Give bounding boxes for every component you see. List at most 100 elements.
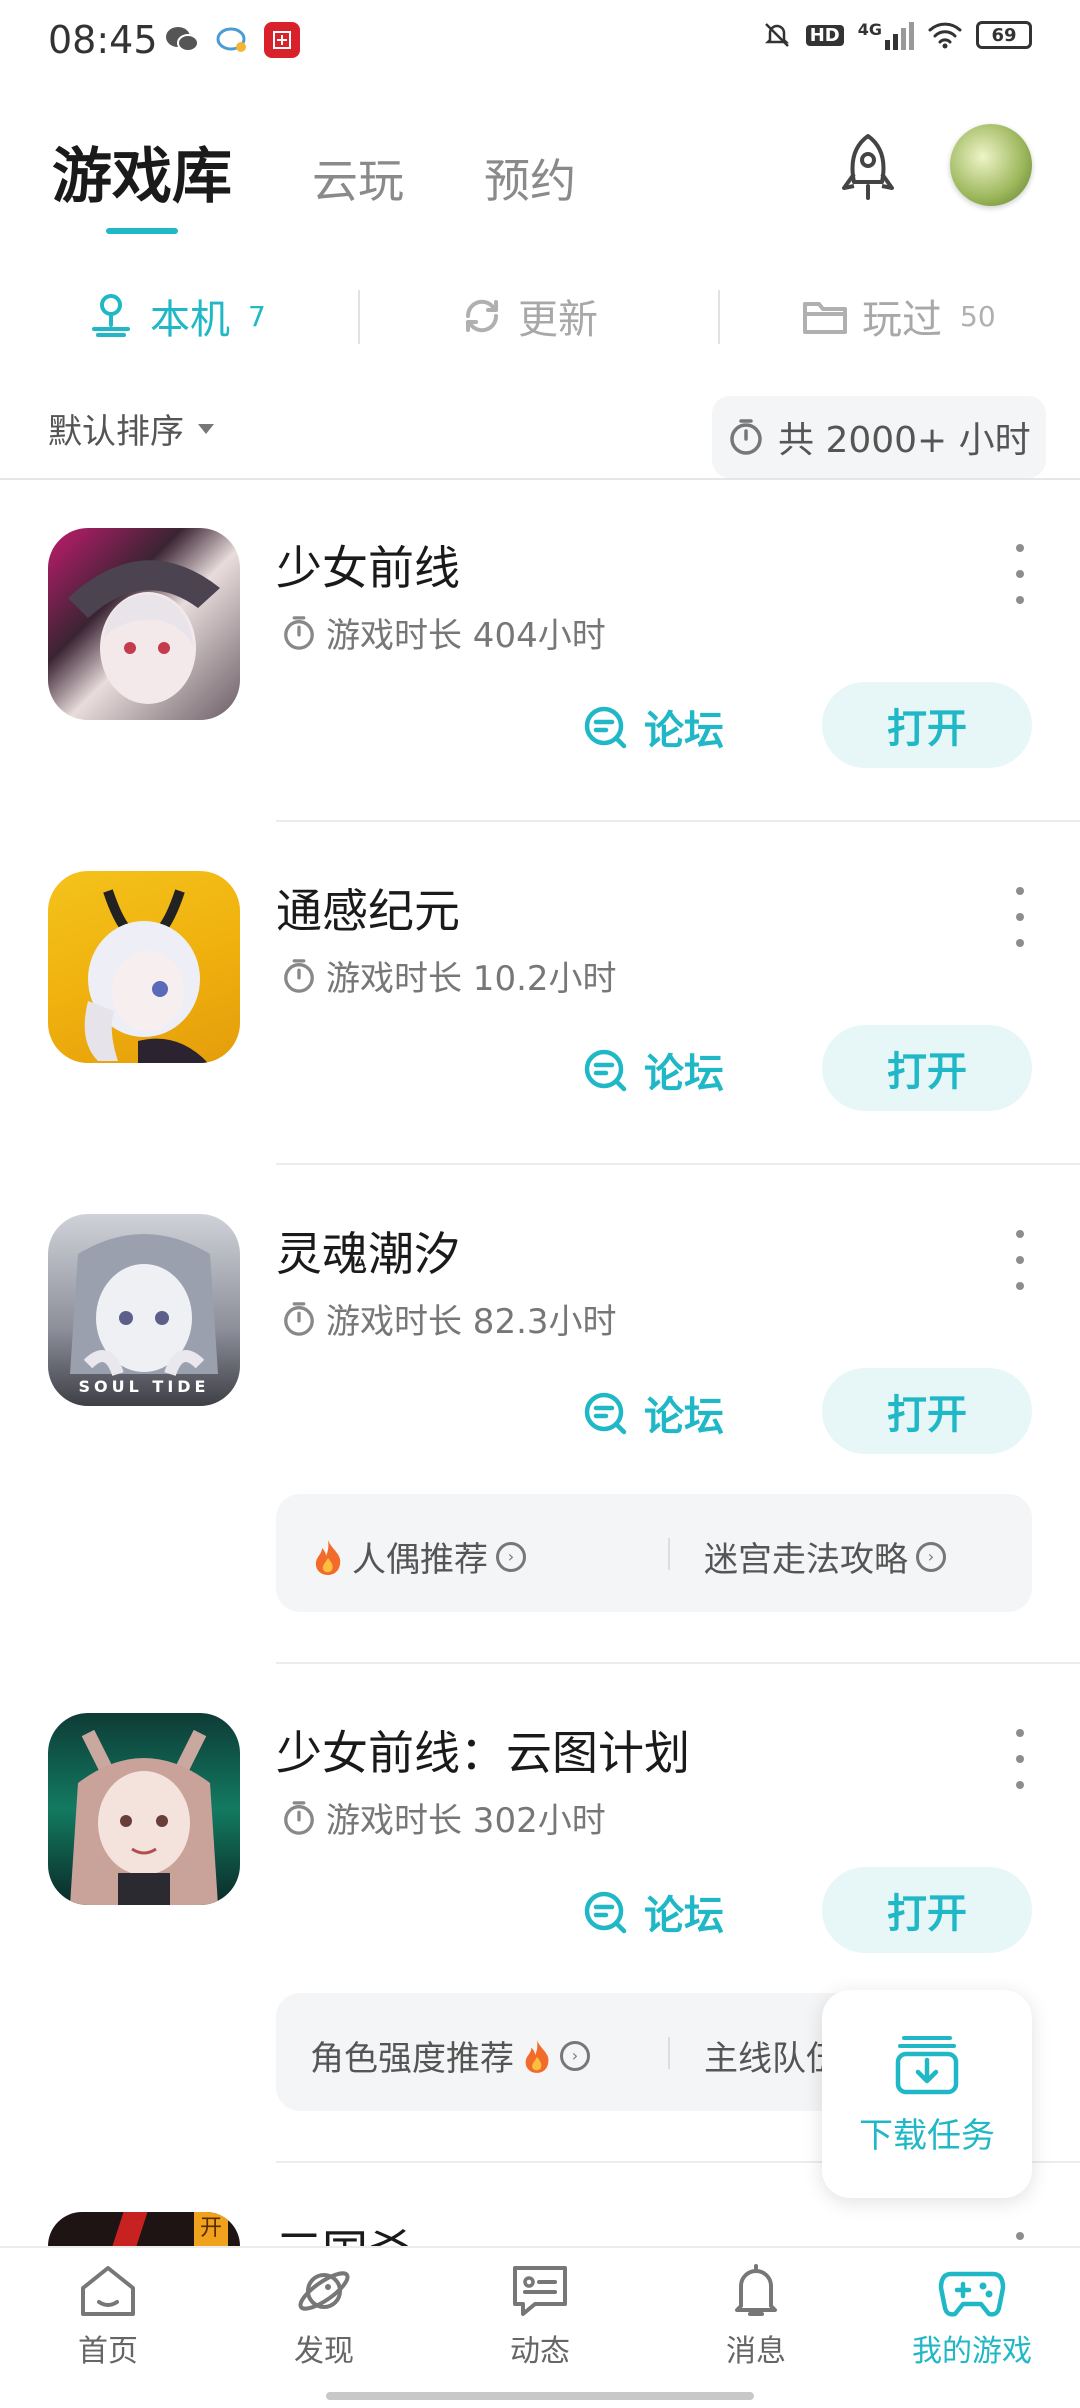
game-icon[interactable]: SOUL TIDE bbox=[48, 1214, 240, 1406]
game-icon[interactable]: 开 bbox=[48, 2212, 240, 2246]
more-options-icon[interactable] bbox=[1010, 2232, 1030, 2246]
top-tabs: 游戏库 云玩 预约 bbox=[52, 128, 576, 215]
chat-icon bbox=[513, 2266, 567, 2316]
nav-feed-label: 动态 bbox=[510, 2334, 570, 2369]
tab-game-library[interactable]: 游戏库 bbox=[52, 128, 232, 215]
battery-indicator: 69 bbox=[976, 21, 1032, 49]
forum-button[interactable]: 论坛 bbox=[582, 698, 724, 756]
guide-link[interactable]: 主线队伍 bbox=[704, 2031, 840, 2080]
playtime-text: 游戏时长 404小时 bbox=[326, 616, 606, 656]
more-options-icon[interactable] bbox=[1010, 1729, 1030, 1789]
status-time: 08:45 bbox=[48, 18, 158, 62]
folder-icon bbox=[803, 302, 847, 334]
hd-badge: HD bbox=[805, 24, 844, 46]
mute-bell-icon bbox=[764, 23, 789, 47]
wifi-icon bbox=[928, 22, 962, 49]
forum-button[interactable]: 论坛 bbox=[582, 1041, 724, 1099]
planet-icon bbox=[298, 2271, 350, 2311]
sort-label: 默认排序 bbox=[48, 412, 184, 452]
sort-dropdown[interactable]: 默认排序 bbox=[48, 404, 214, 453]
game-name[interactable]: 少女前线 bbox=[276, 532, 460, 598]
game-icon-text: SOUL TIDE bbox=[78, 1377, 210, 1396]
tab-cloud-play[interactable]: 云玩 bbox=[312, 145, 404, 215]
subtab-local[interactable]: 本机 7 bbox=[86, 280, 266, 352]
open-game-button[interactable]: 打开 bbox=[822, 1867, 1032, 1953]
open-game-button[interactable]: 打开 bbox=[822, 1368, 1032, 1454]
rocket-icon[interactable] bbox=[828, 128, 908, 208]
refresh-icon bbox=[465, 299, 499, 333]
chevron-right-icon: › bbox=[560, 2040, 590, 2071]
forum-label: 论坛 bbox=[644, 1893, 724, 1939]
home-icon bbox=[81, 2266, 135, 2316]
subtab-played-count: 50 bbox=[960, 299, 996, 333]
guide-label: 主线队伍 bbox=[704, 2039, 840, 2079]
nav-home[interactable]: 首页 bbox=[28, 2262, 188, 2370]
forum-label: 论坛 bbox=[644, 1051, 724, 1097]
forum-chat-icon bbox=[584, 1891, 627, 1934]
status-right: HD 4G 69 bbox=[762, 20, 1032, 50]
game-icon[interactable] bbox=[48, 1713, 240, 1905]
forum-button[interactable]: 论坛 bbox=[582, 1883, 724, 1941]
nav-home-label: 首页 bbox=[78, 2334, 138, 2369]
subtab-played[interactable]: 玩过 50 bbox=[802, 280, 996, 352]
divider bbox=[718, 290, 720, 344]
tab-reservations[interactable]: 预约 bbox=[484, 145, 576, 215]
subtab-local-label: 本机 bbox=[150, 297, 230, 343]
nav-discover[interactable]: 发现 bbox=[244, 2262, 404, 2370]
fire-icon bbox=[525, 2039, 549, 2073]
bell-icon bbox=[735, 2264, 777, 2316]
more-options-icon[interactable] bbox=[1010, 544, 1030, 604]
signal-icon: 4G bbox=[858, 20, 914, 50]
divider bbox=[276, 1662, 1080, 1664]
guide-link[interactable]: 角色强度推荐 › bbox=[310, 2031, 590, 2080]
chevron-right-icon: › bbox=[496, 1541, 526, 1572]
nav-messages-label: 消息 bbox=[726, 2334, 786, 2369]
game-playtime: 游戏时长 302小时 bbox=[282, 1793, 606, 1842]
playtime-text: 游戏时长 302小时 bbox=[326, 1801, 606, 1841]
divider bbox=[668, 1538, 670, 1570]
game-name[interactable]: 通感纪元 bbox=[276, 875, 460, 941]
bottom-nav: 首页 发现 动态 消息 我的游戏 bbox=[0, 2246, 1080, 2408]
divider bbox=[358, 290, 360, 344]
game-name[interactable]: 三国杀 bbox=[276, 2216, 414, 2246]
nav-my-games[interactable]: 我的游戏 bbox=[892, 2262, 1052, 2370]
forum-button[interactable]: 论坛 bbox=[582, 1384, 724, 1442]
forum-chat-icon bbox=[584, 1049, 627, 1092]
guide-link[interactable]: 迷宫走法攻略 › bbox=[704, 1532, 946, 1581]
divider bbox=[668, 2037, 670, 2069]
total-playtime-badge: 共 2000+ 小时 bbox=[712, 396, 1046, 478]
qq-chat-icon bbox=[214, 22, 250, 58]
subtab-updates[interactable]: 更新 bbox=[460, 280, 598, 352]
user-avatar[interactable] bbox=[950, 124, 1032, 206]
game-icon[interactable] bbox=[48, 528, 240, 720]
forum-chat-icon bbox=[584, 706, 627, 749]
wechat-icon bbox=[164, 22, 200, 58]
download-tasks-button[interactable]: 下载任务 bbox=[822, 1990, 1032, 2198]
playtime-text: 游戏时长 10.2小时 bbox=[326, 959, 617, 999]
game-name[interactable]: 少女前线：云图计划 bbox=[276, 1717, 690, 1783]
download-tasks-label: 下载任务 bbox=[859, 2115, 995, 2156]
notification-icons bbox=[164, 22, 300, 58]
home-indicator[interactable] bbox=[326, 2392, 754, 2400]
subtab-local-count: 7 bbox=[248, 299, 266, 333]
gamepad-icon bbox=[938, 2271, 1006, 2317]
game-icon[interactable] bbox=[48, 871, 240, 1063]
game-playtime: 游戏时长 82.3小时 bbox=[282, 1294, 617, 1343]
guide-label: 人偶推荐 bbox=[352, 1540, 488, 1580]
chevron-right-icon: › bbox=[916, 1541, 946, 1572]
guide-link[interactable]: 人偶推荐 › bbox=[312, 1532, 526, 1581]
guide-bar: 人偶推荐 › 迷宫走法攻略 › bbox=[276, 1494, 1032, 1612]
game-icon-badge: 开 bbox=[194, 2212, 228, 2246]
nav-feed[interactable]: 动态 bbox=[460, 2262, 620, 2370]
open-game-button[interactable]: 打开 bbox=[822, 682, 1032, 768]
nav-messages[interactable]: 消息 bbox=[676, 2262, 836, 2370]
stopwatch-icon bbox=[730, 419, 762, 455]
nav-discover-label: 发现 bbox=[294, 2334, 354, 2369]
open-game-button[interactable]: 打开 bbox=[822, 1025, 1032, 1111]
more-options-icon[interactable] bbox=[1010, 887, 1030, 947]
game-name[interactable]: 灵魂潮汐 bbox=[276, 1218, 460, 1284]
divider bbox=[0, 478, 1080, 480]
network-type: 4G bbox=[857, 20, 882, 39]
more-options-icon[interactable] bbox=[1010, 1230, 1030, 1290]
nav-my-games-label: 我的游戏 bbox=[912, 2334, 1032, 2369]
